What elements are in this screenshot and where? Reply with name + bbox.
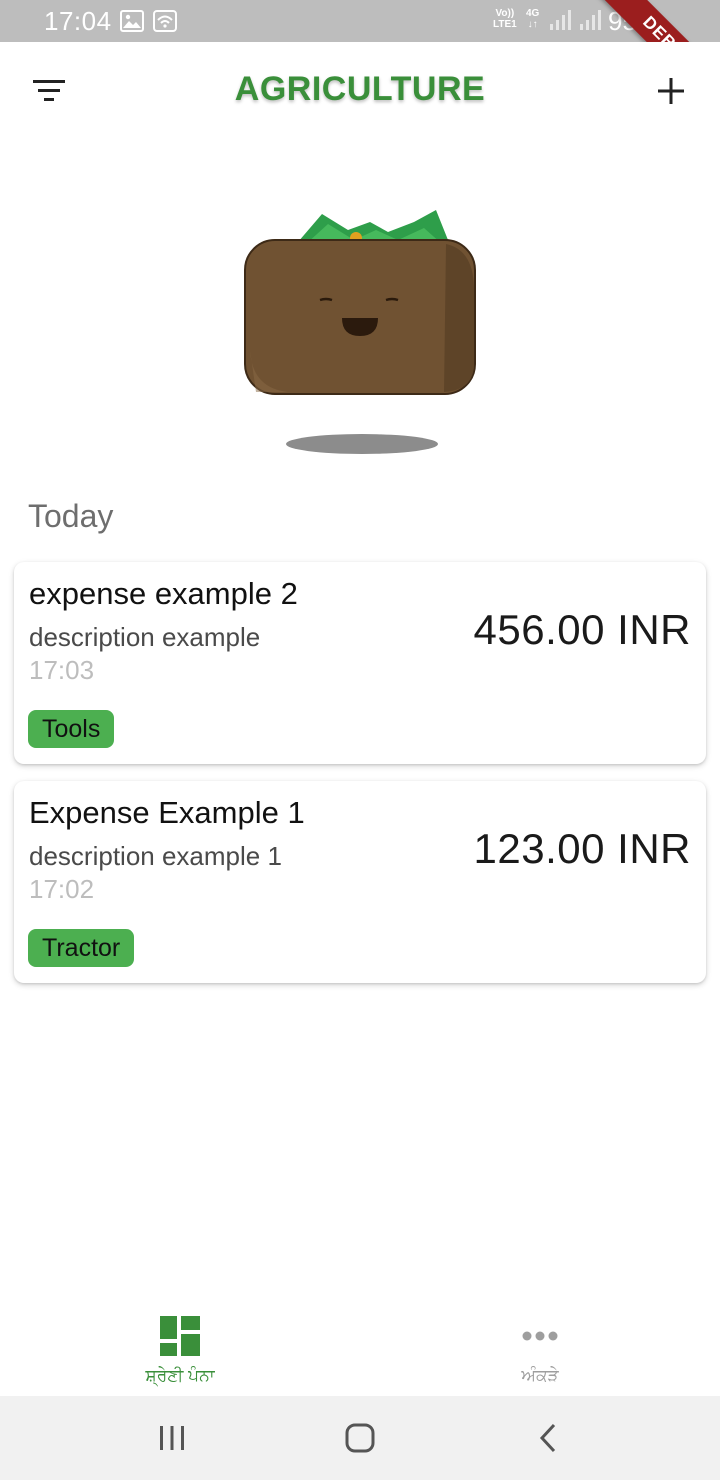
page-title: AGRICULTURE — [234, 70, 486, 108]
wallet-illustration — [244, 210, 476, 454]
network-arrows: ↓↑ — [527, 19, 538, 30]
home-button[interactable] — [338, 1418, 382, 1458]
system-navigation-bar — [0, 1396, 720, 1480]
image-icon — [120, 10, 144, 32]
back-icon — [539, 1423, 556, 1453]
back-button[interactable] — [526, 1418, 570, 1458]
battery-percent: 95% — [608, 6, 661, 36]
expense-amount: 123.00 INR — [473, 825, 691, 872]
status-bar: 17:04 Vo)) LTE1 4G ↓↑ 95% DEBUG — [0, 0, 720, 121]
expense-title: Expense Example 1 — [29, 795, 305, 830]
expense-time: 17:02 — [29, 874, 95, 904]
dashboard-icon — [160, 1316, 200, 1356]
nav-label-categories: ਸ਼੍ਰੇਣੀ ਪੰਨਾ — [145, 1366, 215, 1385]
expense-amount: 456.00 INR — [473, 606, 691, 653]
signal-icon — [580, 10, 601, 30]
status-time: 17:04 — [44, 6, 112, 36]
bottom-navigation: ਸ਼੍ਰੇਣੀ ਪੰਨਾ ਅੰਕੜੇ — [0, 1296, 720, 1396]
network-indicator: 4G ↓↑ — [526, 8, 539, 30]
expense-description: description example — [29, 622, 261, 652]
nav-label-statistics: ਅੰਕੜੇ — [521, 1366, 559, 1385]
recents-icon — [160, 1426, 184, 1450]
section-heading-today: Today — [28, 498, 114, 534]
home-icon — [345, 1423, 375, 1453]
volte-indicator: Vo)) LTE1 — [493, 8, 517, 30]
wifi-icon — [153, 10, 177, 32]
signal-icon — [550, 10, 571, 30]
expense-card[interactable]: Expense Example 1 description example 1 … — [14, 781, 706, 983]
add-icon — [658, 78, 684, 104]
network-type: 4G — [526, 8, 540, 19]
expense-title: expense example 2 — [29, 576, 298, 611]
app-bar: AGRICULTURE — [0, 42, 720, 138]
expense-description: description example 1 — [29, 841, 282, 871]
expense-card[interactable]: expense example 2 description example 17… — [14, 562, 706, 764]
volte-bottom: LTE1 — [493, 19, 517, 30]
category-tag[interactable]: Tools — [28, 710, 115, 748]
nav-item-statistics[interactable]: ਅੰਕੜੇ — [360, 1296, 720, 1396]
recents-button[interactable] — [150, 1418, 194, 1458]
more-dots-icon — [522, 1331, 558, 1341]
category-tag[interactable]: Tractor — [28, 929, 135, 967]
volte-top: Vo)) — [495, 8, 515, 19]
expense-time: 17:03 — [29, 655, 95, 685]
nav-item-categories[interactable]: ਸ਼੍ਰੇਣੀ ਪੰਨਾ — [0, 1296, 360, 1396]
add-expense-button[interactable] — [646, 66, 696, 116]
